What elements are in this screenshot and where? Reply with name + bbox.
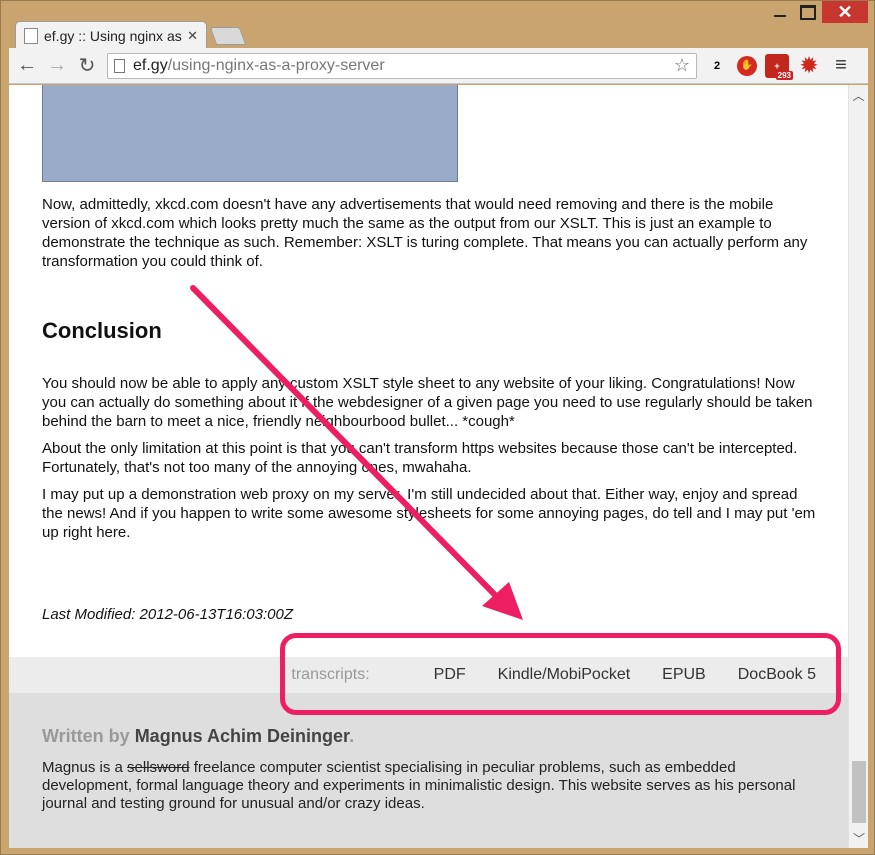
extension-counter-icon[interactable]: 2 [705, 54, 729, 78]
forward-arrow-icon[interactable]: → [45, 54, 69, 78]
new-tab-button[interactable] [209, 27, 247, 45]
article-image [42, 85, 458, 182]
vertical-scrollbar[interactable]: ︿ ﹀ [848, 85, 868, 848]
scrollbar-thumb[interactable] [852, 761, 866, 823]
bug-extension-icon[interactable]: ✹ [797, 54, 821, 78]
author-name[interactable]: Magnus Achim Deininger [135, 726, 349, 746]
extension-counter: 2 [713, 59, 721, 72]
maximize-button[interactable] [794, 1, 822, 23]
adblock-extension-icon[interactable]: +293 [765, 53, 793, 80]
url-path: /using-nginx-as-a-proxy-server [167, 56, 385, 74]
window-controls: ✕ [766, 1, 868, 31]
extension-badge: 293 [775, 70, 793, 80]
close-window-button[interactable]: ✕ [822, 1, 868, 23]
browser-tab[interactable]: ef.gy :: Using nginx as ✕ [15, 21, 207, 49]
address-bar[interactable]: ef.gy /using-nginx-as-a-proxy-server ☆ [107, 52, 697, 79]
written-by-label: Written by [42, 726, 130, 746]
last-modified: Last Modified: 2012-06-13T16:03:00Z [42, 606, 293, 623]
article-paragraph: I may put up a demonstration web proxy o… [42, 486, 816, 541]
annotation-highlight-box [280, 633, 841, 715]
section-heading: Conclusion [42, 318, 162, 343]
chrome-menu-icon[interactable]: ≡ [829, 54, 853, 78]
tab-title: ef.gy :: Using nginx as [44, 27, 182, 44]
author-bio: Magnus is a sellsword freelance computer… [42, 759, 802, 813]
page-icon [114, 58, 125, 73]
tab-close-icon[interactable]: ✕ [187, 28, 198, 44]
back-arrow-icon[interactable]: ← [15, 54, 39, 78]
bio-strikethrough: sellsword [127, 759, 190, 776]
byline-period: . [349, 726, 355, 746]
scroll-up-icon[interactable]: ︿ [849, 85, 868, 105]
minimize-button[interactable] [766, 1, 794, 23]
article-paragraph: About the only limitation at this point … [42, 440, 798, 476]
stop-extension-icon[interactable]: ✋ [737, 55, 757, 76]
article-paragraph: Now, admittedly, xkcd.com doesn't have a… [42, 196, 808, 270]
author-section: Written by Magnus Achim Deininger. Magnu… [9, 693, 848, 848]
reload-icon[interactable]: ↻ [75, 54, 99, 78]
page-viewport: Now, admittedly, xkcd.com doesn't have a… [9, 85, 868, 848]
browser-toolbar: ← → ↻ ef.gy /using-nginx-as-a-proxy-serv… [9, 48, 868, 84]
author-byline: Written by Magnus Achim Deininger. [42, 726, 354, 747]
page-favicon-icon [24, 27, 38, 44]
browser-window: ✕ ef.gy :: Using nginx as ✕ ← → ↻ ef.gy … [0, 0, 875, 855]
url-domain: ef.gy [133, 56, 168, 74]
bookmark-star-icon[interactable]: ☆ [674, 55, 690, 76]
article-paragraph: You should now be able to apply any cust… [42, 375, 813, 430]
bio-start: Magnus is a [42, 759, 123, 776]
scroll-down-icon[interactable]: ﹀ [849, 828, 868, 848]
